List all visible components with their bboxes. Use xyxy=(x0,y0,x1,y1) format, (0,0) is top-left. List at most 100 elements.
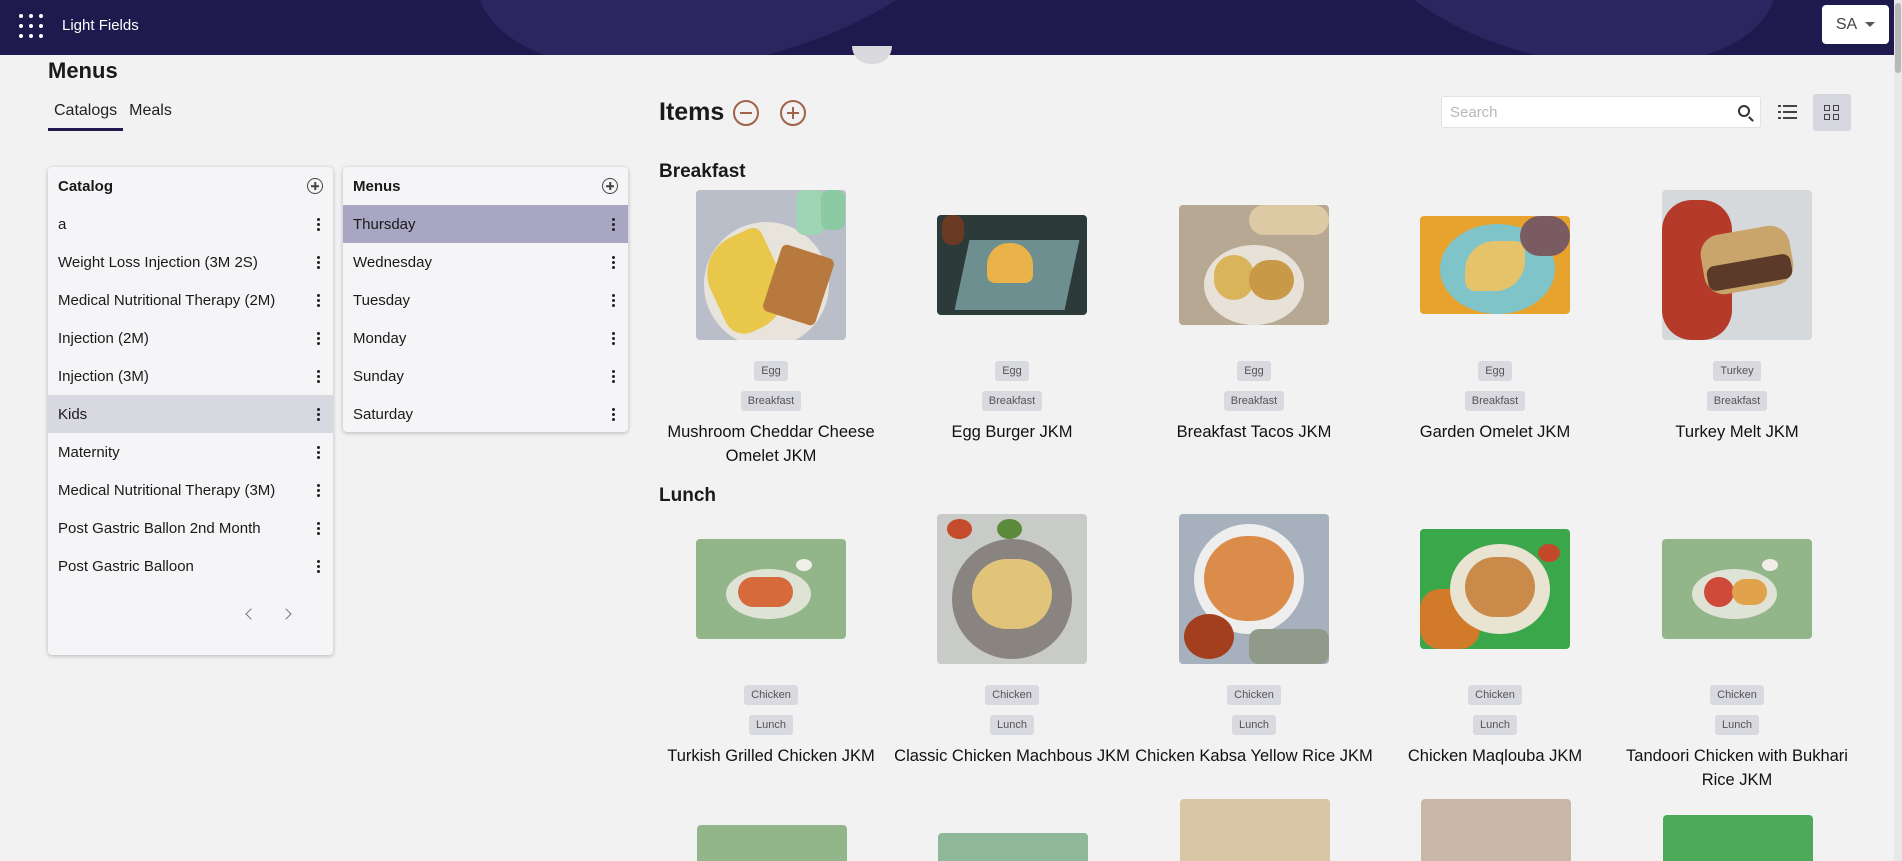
catalog-item[interactable]: Maternity xyxy=(48,433,333,471)
tag-badge: Chicken xyxy=(1710,685,1764,705)
more-vert-icon[interactable] xyxy=(313,559,323,573)
item-image-box xyxy=(1616,514,1858,664)
catalog-item[interactable]: Injection (2M) xyxy=(48,319,333,357)
more-vert-icon[interactable] xyxy=(608,217,618,231)
search-icon[interactable] xyxy=(1738,105,1750,117)
menu-item[interactable]: Wednesday xyxy=(343,243,628,281)
catalog-item[interactable]: Weight Loss Injection (3M 2S) xyxy=(48,243,333,281)
more-vert-icon[interactable] xyxy=(313,483,323,497)
app-launcher-icon[interactable] xyxy=(19,14,43,38)
item-name: Garden Omelet JKM xyxy=(1419,423,1571,441)
user-menu-button[interactable]: SA xyxy=(1822,5,1889,44)
tag-badge: Chicken xyxy=(985,685,1039,705)
header-decoration xyxy=(446,0,1014,55)
catalog-item-label: Medical Nutritional Therapy (2M) xyxy=(58,291,276,309)
more-vert-icon[interactable] xyxy=(608,293,618,307)
item-image-partial[interactable] xyxy=(1663,815,1813,861)
more-vert-icon[interactable] xyxy=(313,445,323,459)
more-vert-icon[interactable] xyxy=(608,407,618,421)
chevron-left-icon[interactable] xyxy=(243,607,257,621)
more-vert-icon[interactable] xyxy=(313,293,323,307)
menu-item-label: Sunday xyxy=(353,367,404,385)
item-name: Turkish Grilled Chicken JKM xyxy=(667,747,875,765)
catalog-item[interactable]: Medical Nutritional Therapy (2M) xyxy=(48,281,333,319)
item-image-partial[interactable] xyxy=(697,825,847,861)
chevron-right-icon[interactable] xyxy=(281,607,295,621)
scrollbar[interactable] xyxy=(1894,0,1902,861)
item-name: Turkey Melt JKM xyxy=(1675,423,1799,441)
tab-meals[interactable]: Meals xyxy=(123,100,178,131)
item-tags: Chicken Lunch xyxy=(650,685,892,735)
item-tags: Turkey Breakfast xyxy=(1616,361,1858,411)
item-image-box xyxy=(1374,514,1616,664)
item-image xyxy=(937,215,1087,315)
list-view-icon[interactable] xyxy=(1778,102,1800,122)
item-image xyxy=(1420,529,1570,649)
item-tags: Egg Breakfast xyxy=(1374,361,1616,411)
add-item-icon[interactable] xyxy=(780,100,806,126)
catalog-item[interactable]: Medical Nutritional Therapy (3M) xyxy=(48,471,333,509)
tag-badge: Breakfast xyxy=(1223,391,1285,411)
tag-badge: Breakfast xyxy=(1464,391,1526,411)
item-image-box xyxy=(1616,190,1858,340)
more-vert-icon[interactable] xyxy=(608,255,618,269)
more-vert-icon[interactable] xyxy=(313,255,323,269)
catalog-item[interactable]: Post Gastric Ballon 2nd Month xyxy=(48,509,333,547)
item-image-box xyxy=(650,514,892,664)
more-vert-icon[interactable] xyxy=(608,369,618,383)
tab-bar: Catalogs Meals xyxy=(48,100,178,131)
items-title: Items xyxy=(659,98,725,126)
add-catalog-icon[interactable] xyxy=(307,178,323,194)
remove-item-icon[interactable] xyxy=(733,100,759,126)
catalog-item[interactable]: Post Gastric Balloon xyxy=(48,547,333,585)
scrollbar-thumb[interactable] xyxy=(1895,3,1901,73)
item-image-box xyxy=(1374,190,1616,340)
item-name: Classic Chicken Machbous JKM xyxy=(894,747,1130,765)
item-image xyxy=(937,514,1087,664)
tag-badge: Egg xyxy=(754,361,788,381)
item-image-partial[interactable] xyxy=(938,833,1088,861)
item-tags: Chicken Lunch xyxy=(1616,685,1858,735)
menu-item[interactable]: Sunday xyxy=(343,357,628,395)
chevron-down-icon xyxy=(1865,22,1876,27)
tag-badge: Breakfast xyxy=(1706,391,1768,411)
search-input[interactable] xyxy=(1442,97,1722,127)
menu-item-label: Wednesday xyxy=(353,253,432,271)
catalog-item-label: Medical Nutritional Therapy (3M) xyxy=(58,481,276,499)
add-menu-icon[interactable] xyxy=(602,178,618,194)
more-vert-icon[interactable] xyxy=(608,331,618,345)
more-vert-icon[interactable] xyxy=(313,521,323,535)
more-vert-icon[interactable] xyxy=(313,369,323,383)
menu-item-label: Thursday xyxy=(353,215,416,233)
more-vert-icon[interactable] xyxy=(313,217,323,231)
item-name: Chicken Kabsa Yellow Rice JKM xyxy=(1135,747,1373,765)
item-image-partial[interactable] xyxy=(1421,799,1571,861)
item-tags: Chicken Lunch xyxy=(891,685,1133,735)
menu-item[interactable]: Monday xyxy=(343,319,628,357)
section-title-lunch: Lunch xyxy=(659,485,716,506)
menu-item[interactable]: Saturday xyxy=(343,395,628,433)
item-image-box xyxy=(891,514,1133,664)
catalog-item-label: Weight Loss Injection (3M 2S) xyxy=(58,253,258,271)
tag-badge: Lunch xyxy=(1715,715,1759,735)
catalog-panel: Catalog a Weight Loss Injection (3M 2S) … xyxy=(48,167,333,655)
catalog-item[interactable]: a xyxy=(48,205,333,243)
tag-badge: Lunch xyxy=(1232,715,1276,735)
grid-view-icon[interactable] xyxy=(1813,94,1851,131)
item-image-partial[interactable] xyxy=(1180,799,1330,861)
item-image-box xyxy=(1133,514,1375,664)
item-name: Breakfast Tacos JKM xyxy=(1176,423,1332,441)
more-vert-icon[interactable] xyxy=(313,407,323,421)
tag-badge: Egg xyxy=(1237,361,1271,381)
catalog-item-label: a xyxy=(58,215,67,233)
tab-catalogs[interactable]: Catalogs xyxy=(48,100,124,131)
more-vert-icon[interactable] xyxy=(313,331,323,345)
item-name: Egg Burger JKM xyxy=(951,423,1073,441)
menu-item[interactable]: Tuesday xyxy=(343,281,628,319)
catalog-item-label: Kids xyxy=(58,405,88,423)
catalog-item[interactable]: Injection (3M) xyxy=(48,357,333,395)
tag-badge: Chicken xyxy=(744,685,798,705)
menu-item-selected[interactable]: Thursday xyxy=(343,205,628,243)
search-box xyxy=(1441,96,1761,128)
catalog-item-selected[interactable]: Kids xyxy=(48,395,333,433)
